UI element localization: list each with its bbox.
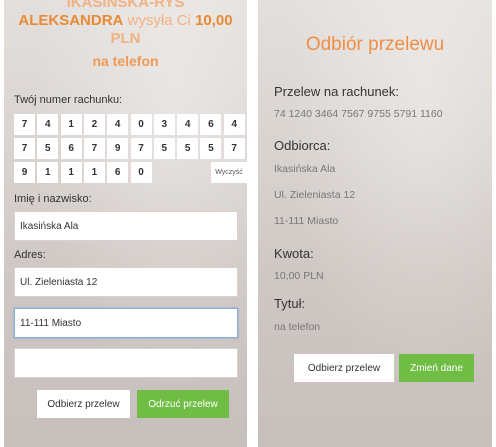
headline-firstname: ALEKSANDRA [18,12,124,29]
account-digit[interactable]: 1 [60,162,82,183]
account-digit[interactable]: 5 [153,138,175,159]
account-digit[interactable]: 9 [107,138,129,159]
sender-headline: IKASIŃSKA-RYS ALEKSANDRA wysyła Ci 10,00… [4,0,247,70]
account-digit[interactable]: 3 [153,114,175,135]
account-digit[interactable]: 4 [107,114,129,135]
account-digit[interactable]: 6 [107,162,129,183]
recipient-street: Ul. Zieleniasta 12 [274,189,356,201]
headline-currency: PLN [110,30,141,47]
recipient-label: Odbiorca: [274,138,331,153]
recipient-city: 11-111 Miasto [274,215,339,227]
account-label: Przelew na rachunek: [274,84,400,99]
account-digit[interactable]: 2 [83,114,105,135]
name-field[interactable]: Ikasińska Ala [14,211,238,241]
account-digit[interactable]: 1 [37,162,59,183]
address-label: Adres: [14,249,46,261]
transfer-form-panel: IKASIŃSKA-RYS ALEKSANDRA wysyła Ci 10,00… [4,0,247,447]
account-digit[interactable]: 7 [14,114,35,135]
account-digit[interactable]: 4 [37,114,59,135]
headline-amount: 10,00 [195,12,233,29]
account-digit[interactable]: 6 [200,114,222,135]
street-field[interactable]: Ul. Zieleniasta 12 [14,267,238,297]
account-digit[interactable]: 0 [130,162,152,183]
subject-label: Tytuł: [274,296,306,311]
account-digit[interactable]: 0 [130,114,152,135]
account-number-label: Twój numer rachunku: [14,94,123,106]
account-digit[interactable]: 5 [200,138,222,159]
clear-button[interactable]: Wyczyść [211,162,247,183]
account-digit[interactable]: 4 [177,114,199,135]
amount-label: Kwota: [274,246,314,261]
page-title: Odbiór przelewu [305,34,445,55]
headline-subject: na telefon [92,53,159,69]
receive-transfer-button[interactable]: Odbierz przelew [294,354,394,382]
account-digit[interactable]: 7 [14,138,35,159]
name-label: Imię i nazwisko: [14,193,92,205]
extra-address-field[interactable] [14,348,238,378]
transfer-summary-panel: Odbiór przelewu Przelew na rachunek: 74 … [258,0,492,447]
reject-transfer-button[interactable]: Odrzuć przelew [137,390,229,418]
recipient-name: Ikasińska Ala [274,163,336,175]
account-digit[interactable]: 7 [130,138,152,159]
account-digit[interactable]: 6 [60,138,82,159]
subject-value: na telefon [274,321,321,333]
account-digit[interactable]: 5 [177,138,199,159]
headline-surname: IKASIŃSKA-RYS [66,0,185,11]
account-digit[interactable]: 7 [223,138,245,159]
account-digit[interactable]: 1 [83,162,105,183]
headline-text: wysyła Ci [123,12,196,29]
account-digit[interactable]: 5 [37,138,59,159]
account-digit[interactable]: 7 [83,138,105,159]
city-field[interactable]: 11-111 Miasto [14,308,238,338]
account-digit[interactable]: 1 [60,114,82,135]
account-value: 74 1240 3464 7567 9755 5791 1160 [274,108,443,120]
amount-value: 10,00 PLN [274,270,324,282]
receive-transfer-button[interactable]: Odbierz przelew [37,390,130,418]
account-digit[interactable]: 4 [223,114,245,135]
change-data-button[interactable]: Zmień dane [399,354,474,382]
account-digit[interactable]: 9 [14,162,35,183]
